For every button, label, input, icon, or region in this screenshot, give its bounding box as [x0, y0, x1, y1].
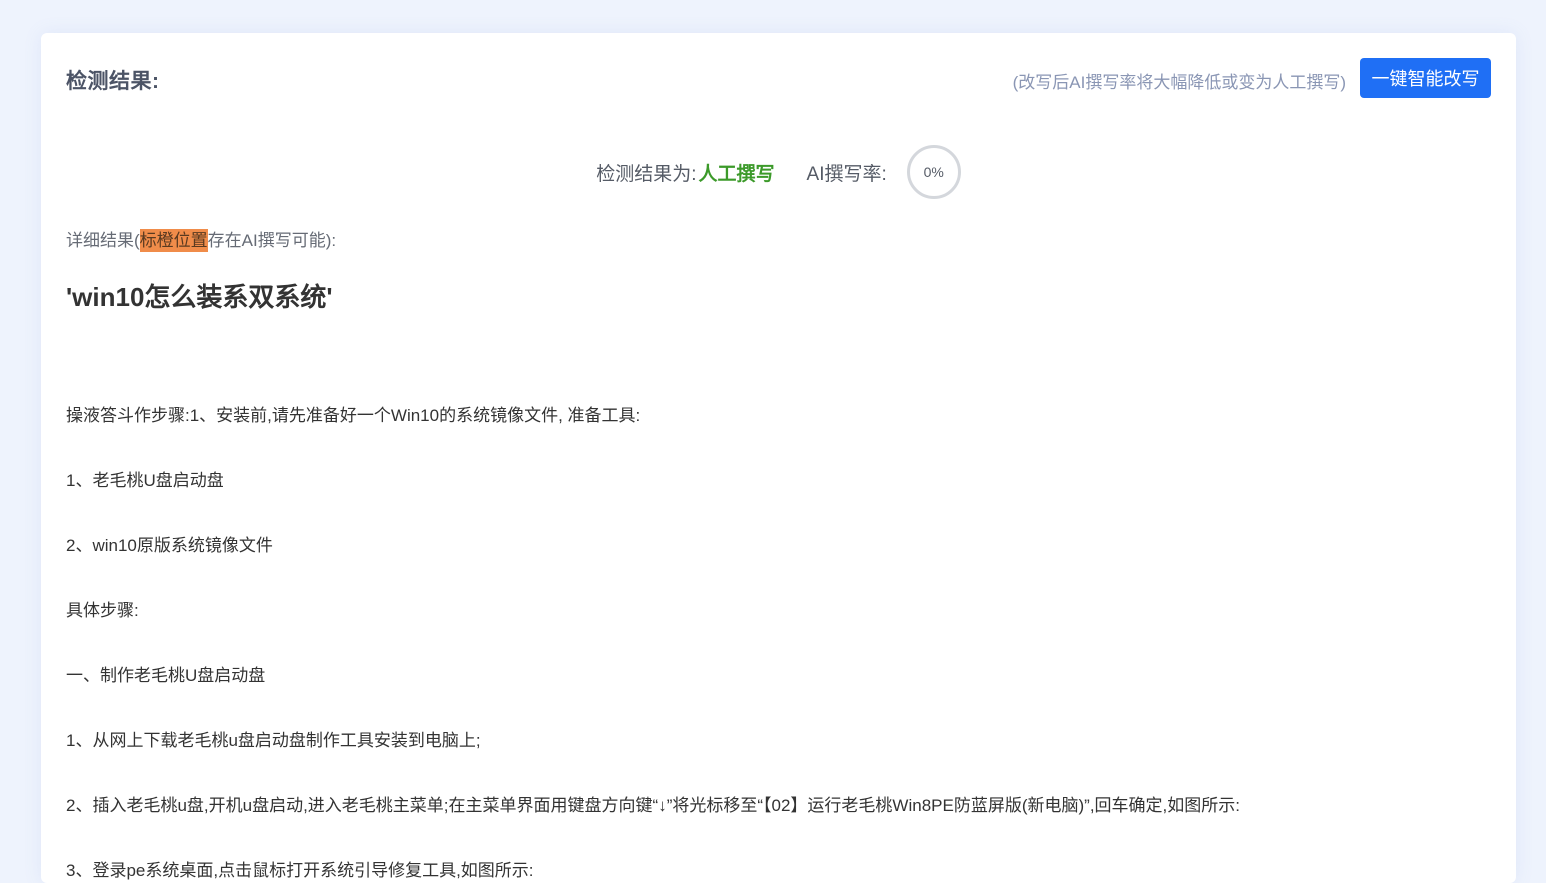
- result-summary: 检测结果为: 人工撰写 AI撰写率: 0%: [41, 145, 1516, 199]
- document-title: 'win10怎么装系双系统': [66, 282, 333, 312]
- ai-rate-circle: 0%: [906, 145, 961, 199]
- paragraph: 1、老毛桃U盘启动盘: [66, 471, 224, 490]
- paragraph: 操液答斗作步骤:1、安装前,请先准备好一个Win10的系统镜像文件, 准备工具:: [66, 406, 641, 425]
- detail-prefix: 详细结果(: [66, 231, 140, 250]
- result-card: 检测结果: (改写后AI撰写率将大幅降低或变为人工撰写) 一键智能改写 检测结果…: [41, 33, 1516, 883]
- rewrite-hint: (改写后AI撰写率将大幅降低或变为人工撰写): [1012, 73, 1346, 92]
- paragraph: 一、制作老毛桃U盘启动盘: [66, 666, 266, 685]
- detail-suffix: 存在AI撰写可能):: [207, 231, 337, 250]
- highlight-legend: 标橙位置: [139, 229, 208, 252]
- paragraph: 2、插入老毛桃u盘,开机u盘启动,进入老毛桃主菜单;在主菜单界面用键盘方向键“↓…: [66, 796, 1240, 815]
- result-label: 检测结果为:: [596, 163, 697, 185]
- paragraph: 3、登录pe系统桌面,点击鼠标打开系统引导修复工具,如图所示:: [66, 861, 534, 880]
- result-header: 检测结果: (改写后AI撰写率将大幅降低或变为人工撰写) 一键智能改写: [66, 58, 1491, 98]
- paragraph: 2、win10原版系统镜像文件: [66, 536, 273, 555]
- page-title: 检测结果:: [66, 70, 160, 93]
- result-value: 人工撰写: [698, 163, 775, 185]
- paragraph: 1、从网上下载老毛桃u盘启动盘制作工具安装到电脑上;: [66, 731, 481, 750]
- detail-legend: 详细结果(标橙位置存在AI撰写可能):: [66, 226, 337, 252]
- paragraph: 具体步骤:: [66, 601, 139, 620]
- smart-rewrite-button[interactable]: 一键智能改写: [1360, 58, 1491, 98]
- ai-rate-label: AI撰写率:: [806, 163, 887, 185]
